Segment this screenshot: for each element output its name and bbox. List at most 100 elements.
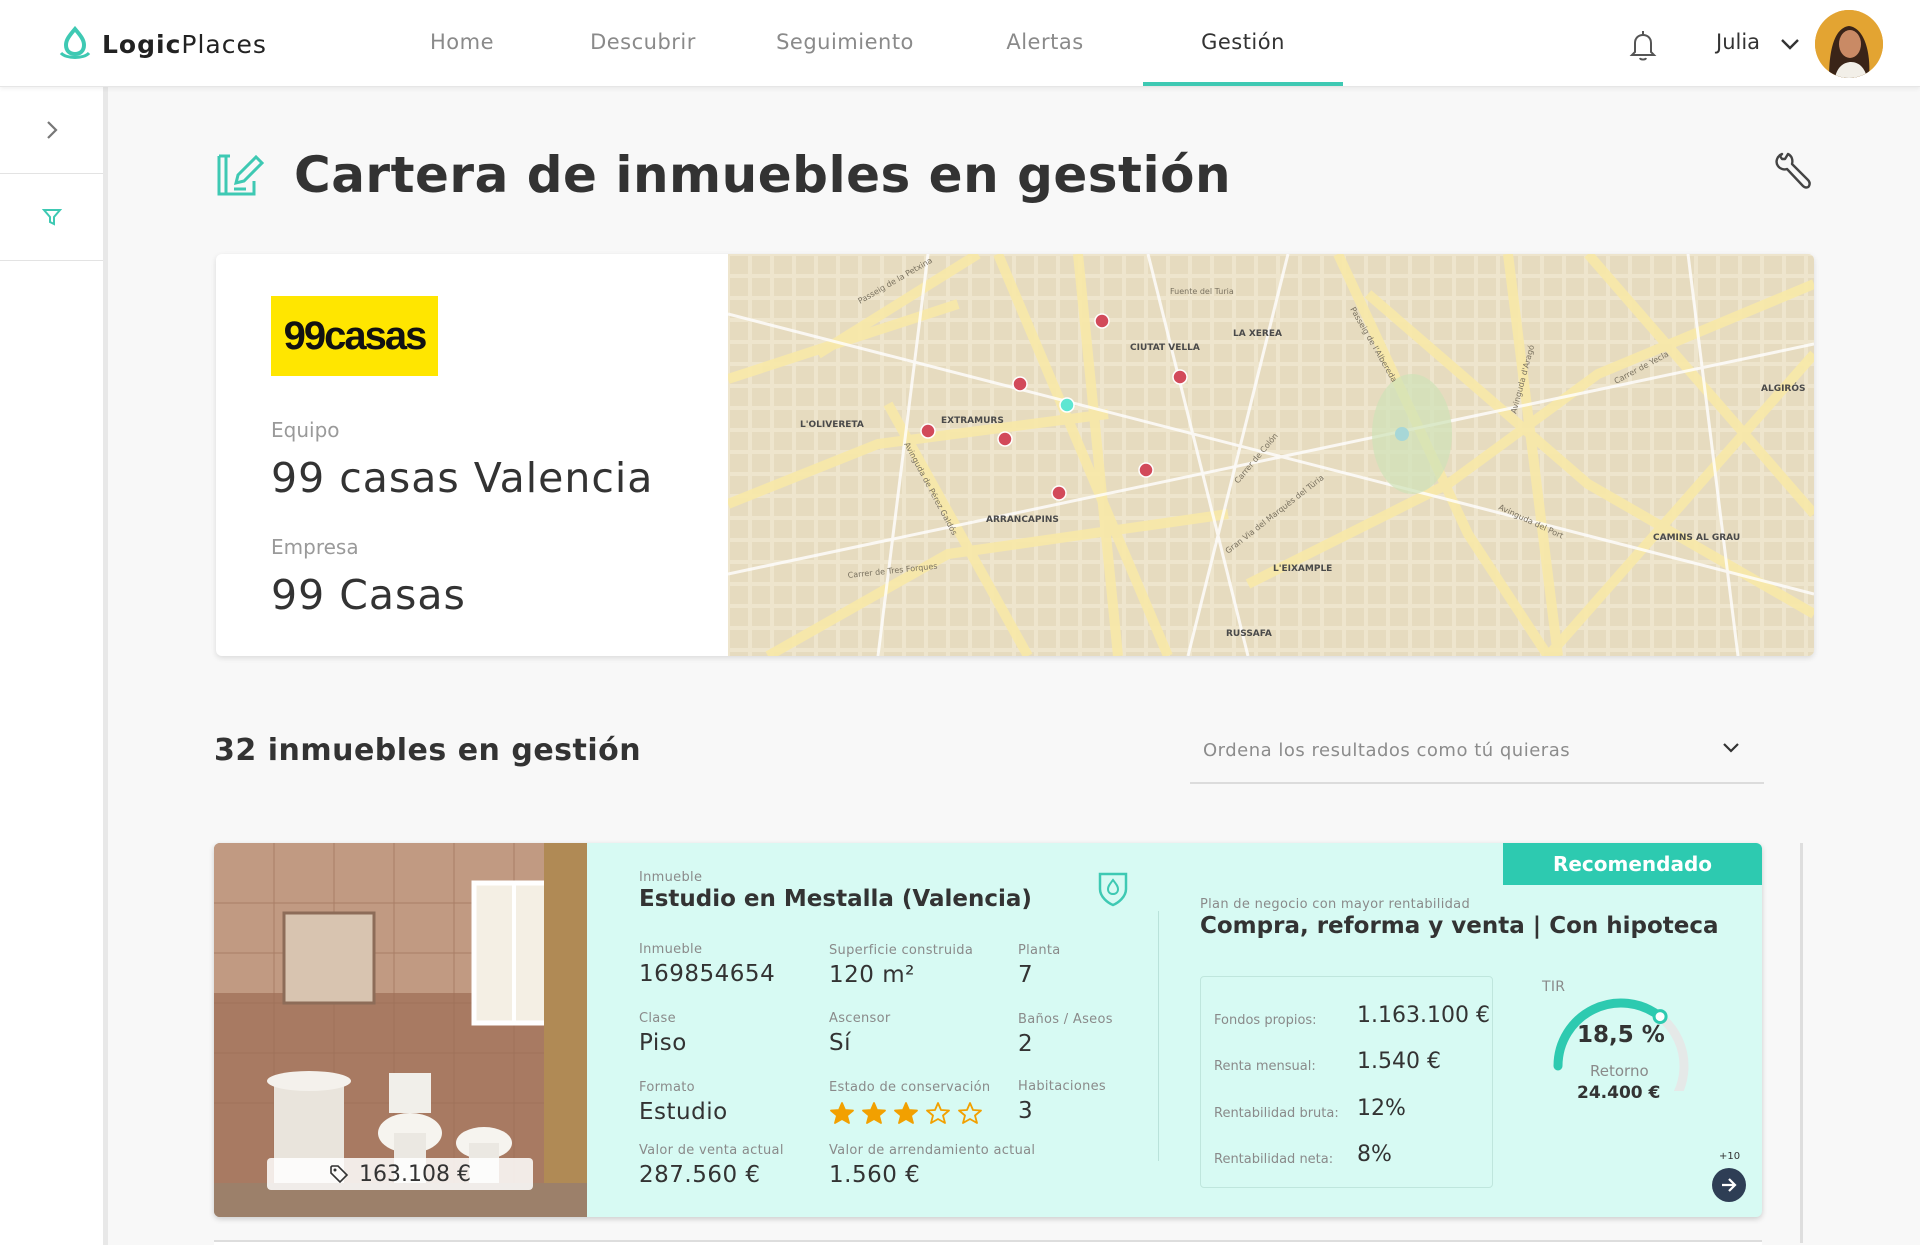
condition-rating <box>829 1101 983 1125</box>
next-arrow-button[interactable] <box>1712 1168 1746 1202</box>
rent-label: Valor de arrendamiento actual <box>829 1143 1036 1158</box>
surface-value: 120 m² <box>829 962 915 988</box>
star-filled-icon <box>862 1102 886 1124</box>
map-label: L'EIXAMPLE <box>1273 564 1332 574</box>
page-title: Cartera de inmuebles en gestión <box>294 146 1232 204</box>
plan-title: Compra, reforma y venta | Con hipoteca <box>1200 913 1719 939</box>
return-label: Retorno <box>1590 1062 1649 1080</box>
floor-label: Planta <box>1018 943 1061 958</box>
brand-logo: 99casas <box>271 296 438 376</box>
monthly-rent-label: Renta mensual: <box>1214 1059 1316 1074</box>
map-label: ARRANCAPINS <box>986 515 1059 525</box>
map-pin[interactable] <box>1172 369 1188 385</box>
chevron-right-icon <box>46 121 58 139</box>
star-empty-icon <box>926 1102 950 1124</box>
top-nav: LogicPlaces Home Descubrir Seguimiento A… <box>0 0 1920 87</box>
elevator-value: Sí <box>829 1030 851 1056</box>
filter-icon <box>41 209 62 226</box>
sidebar-expand-button[interactable] <box>0 87 103 174</box>
wrench-icon[interactable] <box>1772 150 1812 196</box>
own-funds-value: 1.163.100 € <box>1357 1003 1490 1028</box>
company-label: Empresa <box>271 535 359 559</box>
nav-gestion[interactable]: Gestión <box>1188 30 1298 54</box>
sale-label: Valor de venta actual <box>639 1143 784 1158</box>
arrow-right-icon <box>1722 1178 1737 1192</box>
logo-text: LogicPlaces <box>102 29 267 59</box>
nav-seguimiento[interactable]: Seguimiento <box>775 30 915 54</box>
class-label: Clase <box>639 1011 676 1026</box>
team-label: Equipo <box>271 418 340 442</box>
property-type-label: Inmueble <box>639 870 703 885</box>
edit-document-icon <box>216 153 266 201</box>
sort-dropdown[interactable]: Ordena los resultados como tú quieras <box>1190 720 1764 784</box>
nav-home[interactable]: Home <box>412 30 512 54</box>
surface-label: Superficie construida <box>829 943 974 958</box>
rent-value: 1.560 € <box>829 1162 921 1188</box>
logo-drop-icon <box>59 26 91 59</box>
rooms-value: 3 <box>1018 1098 1034 1124</box>
scrollbar-track[interactable] <box>1800 843 1803 1243</box>
net-yield-value: 8% <box>1357 1142 1392 1167</box>
floor-value: 7 <box>1018 962 1034 988</box>
chevron-down-icon[interactable] <box>1780 36 1800 55</box>
map-pin[interactable] <box>1012 376 1028 392</box>
gross-yield-value: 12% <box>1357 1096 1406 1121</box>
map-pin-active[interactable] <box>1059 397 1075 413</box>
divider <box>1158 911 1159 1161</box>
nav-descubrir[interactable]: Descubrir <box>588 30 698 54</box>
team-card: 99casas Equipo 99 casas Valencia Empresa… <box>216 254 1814 656</box>
map-pin[interactable] <box>997 431 1013 447</box>
return-value: 24.400 € <box>1577 1083 1661 1103</box>
price-tag: 163.108 € <box>267 1158 533 1190</box>
chevron-down-icon <box>1723 743 1739 753</box>
class-value: Piso <box>639 1030 687 1056</box>
property-photo[interactable]: 163.108 € <box>214 843 587 1217</box>
map-label: CIUTAT VELLA <box>1130 343 1200 353</box>
price-value: 163.108 € <box>359 1161 471 1187</box>
own-funds-label: Fondos propios: <box>1214 1013 1317 1028</box>
user-name[interactable]: Julia <box>1716 30 1760 54</box>
sidebar <box>0 87 108 1245</box>
map-pin[interactable] <box>1094 313 1110 329</box>
nav-active-indicator <box>1143 82 1343 86</box>
gross-yield-label: Rentabilidad bruta: <box>1214 1106 1339 1121</box>
next-property-card[interactable] <box>214 1240 1762 1245</box>
star-filled-icon <box>894 1102 918 1124</box>
ref-label: Inmueble <box>639 942 703 957</box>
map-label: CAMINS AL GRAU <box>1653 533 1740 543</box>
map-pin[interactable] <box>1051 485 1067 501</box>
tir-value: 18,5 % <box>1577 1022 1665 1048</box>
tag-icon <box>330 1165 349 1184</box>
logo[interactable]: LogicPlaces <box>58 26 267 62</box>
baths-value: 2 <box>1018 1031 1034 1057</box>
rooms-label: Habitaciones <box>1018 1079 1106 1094</box>
net-yield-label: Rentabilidad neta: <box>1214 1152 1334 1167</box>
map-pin[interactable] <box>1138 462 1154 478</box>
property-card[interactable]: 163.108 € Inmueble Estudio en Mestalla (… <box>214 843 1762 1217</box>
bell-icon[interactable] <box>1627 28 1659 66</box>
map-label: L'OLIVERETA <box>800 420 864 430</box>
team-value: 99 casas Valencia <box>271 454 654 502</box>
elevator-label: Ascensor <box>829 1011 891 1026</box>
finance-box: Fondos propios: 1.163.100 € Renta mensua… <box>1200 976 1493 1188</box>
condition-label: Estado de conservación <box>829 1080 991 1095</box>
monthly-rent-value: 1.540 € <box>1357 1049 1441 1074</box>
map-label: Fuente del Turia <box>1170 287 1234 296</box>
map-pin[interactable] <box>920 423 936 439</box>
plan-label: Plan de negocio con mayor rentabilidad <box>1200 897 1471 912</box>
shield-icon[interactable] <box>1096 869 1130 911</box>
format-label: Formato <box>639 1080 695 1095</box>
map-label: LA XEREA <box>1233 329 1282 339</box>
more-count: +10 <box>1719 1151 1741 1162</box>
ref-value: 169854654 <box>639 961 776 987</box>
property-title[interactable]: Estudio en Mestalla (Valencia) <box>639 886 1032 912</box>
map-label: ALGIRÓS <box>1761 382 1806 394</box>
recommended-badge: Recomendado <box>1503 843 1762 885</box>
nav-alertas[interactable]: Alertas <box>995 30 1095 54</box>
star-empty-icon <box>958 1102 982 1124</box>
sidebar-filter-button[interactable] <box>0 174 103 261</box>
map-label: RUSSAFA <box>1226 629 1272 639</box>
map[interactable]: CIUTAT VELLA LA XEREA EXTRAMURS L'OLIVER… <box>726 254 1814 656</box>
company-value: 99 Casas <box>271 571 466 619</box>
avatar[interactable] <box>1815 10 1883 78</box>
